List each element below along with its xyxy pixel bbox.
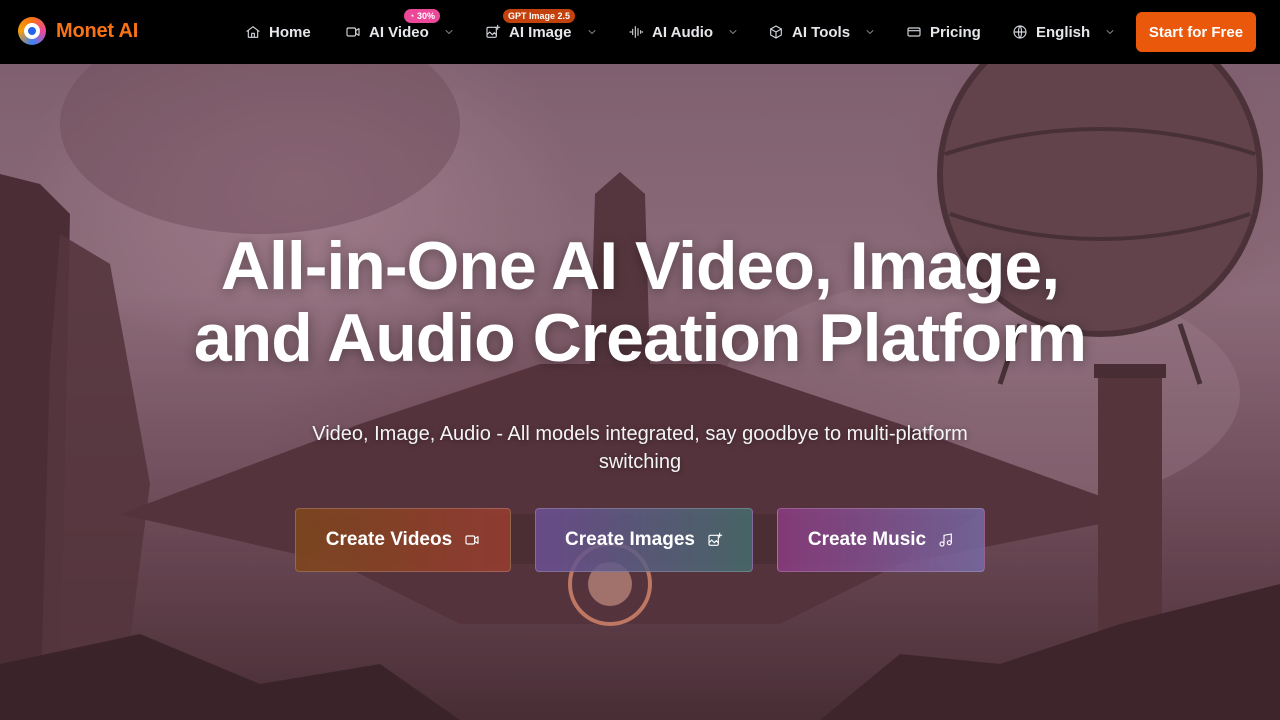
brand-name: Monet AI bbox=[56, 19, 139, 42]
nav-ai-audio[interactable]: AI Audio bbox=[628, 20, 739, 44]
video-camera-icon bbox=[465, 535, 479, 545]
create-images-label: Create Images bbox=[565, 529, 695, 550]
nav-pricing[interactable]: Pricing bbox=[906, 20, 981, 44]
hero-section: All-in-One AI Video, Image, and Audio Cr… bbox=[0, 64, 1280, 720]
home-icon bbox=[246, 26, 260, 38]
create-videos-label: Create Videos bbox=[325, 529, 453, 550]
create-images-button[interactable]: Create Images bbox=[535, 508, 753, 572]
nav-ai-image-label: AI Image bbox=[509, 23, 572, 41]
language-label: English bbox=[1036, 23, 1091, 41]
audio-waveform-icon bbox=[629, 26, 644, 38]
credit-card-icon bbox=[907, 27, 921, 37]
chevron-down-icon bbox=[866, 30, 874, 34]
nav-ai-audio-label: AI Audio bbox=[652, 23, 714, 41]
monet-logo-icon bbox=[18, 17, 46, 45]
chevron-down-icon bbox=[729, 30, 737, 34]
video-camera-icon bbox=[346, 27, 360, 37]
image-plus-icon bbox=[708, 532, 723, 546]
globe-icon bbox=[1013, 25, 1027, 39]
hero-headline-line-1: All-in-One AI Video, Image, bbox=[220, 228, 1060, 304]
nav-home-label: Home bbox=[269, 23, 311, 41]
create-music-label: Create Music bbox=[807, 529, 927, 550]
hero-background-image bbox=[0, 64, 1280, 720]
nav-ai-video[interactable]: AI Video bbox=[345, 20, 455, 44]
image-plus-icon bbox=[486, 24, 501, 38]
chevron-down-icon bbox=[445, 30, 453, 34]
cube-icon bbox=[770, 25, 782, 39]
music-note-icon bbox=[939, 533, 953, 547]
nav-ai-tools[interactable]: AI Tools bbox=[768, 20, 876, 44]
language-selector[interactable]: English bbox=[1012, 20, 1116, 44]
chevron-down-icon bbox=[588, 30, 595, 34]
ai-image-model-badge: GPT Image 2.5 bbox=[503, 9, 576, 23]
hero-headline: All-in-One AI Video, Image, and Audio Cr… bbox=[0, 230, 1280, 374]
nav-ai-video-label: AI Video bbox=[369, 23, 429, 41]
start-for-free-button[interactable]: Start for Free bbox=[1136, 12, 1256, 52]
create-videos-button[interactable]: Create Videos bbox=[295, 508, 511, 572]
nav-ai-image[interactable]: AI Image bbox=[485, 20, 598, 44]
ai-video-discount-badge: ◔ 30% bbox=[404, 9, 440, 23]
nav-home[interactable]: Home bbox=[245, 20, 311, 44]
chevron-down-icon bbox=[1106, 30, 1114, 34]
hero-subheadline: Video, Image, Audio - All models integra… bbox=[312, 423, 968, 473]
brand-logo-link[interactable]: Monet AI bbox=[18, 17, 138, 45]
create-music-button[interactable]: Create Music bbox=[777, 508, 985, 572]
top-navbar: Monet AI Home AI Video ◔ 30% AI Image GP… bbox=[0, 0, 1280, 64]
nav-pricing-label: Pricing bbox=[930, 23, 981, 41]
hero-headline-line-2: and Audio Creation Platform bbox=[193, 300, 1087, 376]
nav-ai-tools-label: AI Tools bbox=[792, 23, 851, 41]
